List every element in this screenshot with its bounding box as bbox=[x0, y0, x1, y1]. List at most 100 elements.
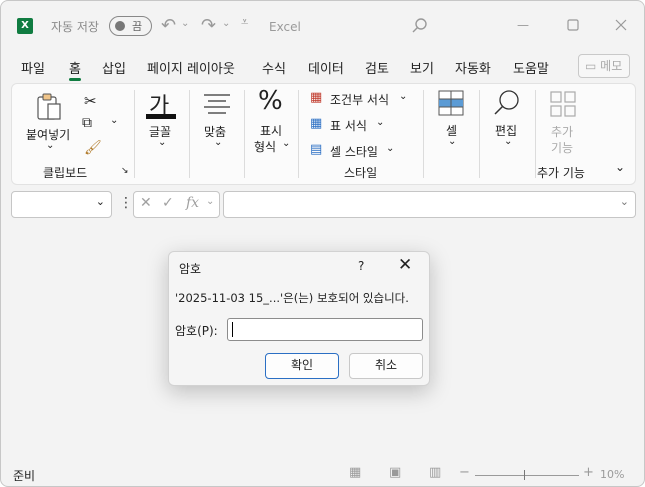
undo-dropdown-icon[interactable]: ⌄ bbox=[181, 18, 189, 29]
text-caret bbox=[232, 322, 233, 337]
tab-help[interactable]: 도움말 bbox=[513, 58, 549, 77]
close-icon[interactable] bbox=[609, 13, 633, 37]
excel-logo-icon: X bbox=[17, 18, 33, 34]
name-box[interactable]: ⌄ bbox=[11, 191, 112, 218]
format-as-table-dropdown-icon[interactable]: ⌄ bbox=[376, 117, 384, 128]
memo-button[interactable]: ▭ 메모 bbox=[578, 54, 630, 78]
cut-icon[interactable]: ✂ bbox=[84, 92, 97, 110]
zoom-slider[interactable] bbox=[475, 475, 579, 476]
cell-styles-dropdown-icon[interactable]: ⌄ bbox=[386, 143, 394, 154]
tab-insert[interactable]: 삽입 bbox=[102, 58, 126, 77]
zoom-in-icon[interactable]: + bbox=[583, 465, 594, 480]
search-icon[interactable] bbox=[411, 17, 429, 35]
password-label: 암호(P): bbox=[175, 324, 218, 338]
cell-styles-label[interactable]: 셀 스타일 bbox=[330, 143, 378, 160]
conditional-formatting-label[interactable]: 조건부 서식 bbox=[330, 91, 389, 108]
cells-icon[interactable] bbox=[438, 90, 464, 116]
tab-file[interactable]: 파일 bbox=[21, 58, 45, 77]
divider bbox=[479, 90, 480, 178]
zoom-level[interactable]: 10% bbox=[600, 468, 624, 481]
add-ins-label-1[interactable]: 추가 bbox=[551, 123, 573, 140]
maximize-icon[interactable] bbox=[561, 13, 585, 37]
format-as-table-label[interactable]: 표 서식 bbox=[330, 117, 367, 134]
divider bbox=[244, 90, 245, 178]
add-ins-group-label: 추가 기능 bbox=[537, 166, 585, 180]
ok-button[interactable]: 확인 bbox=[265, 353, 339, 379]
redo-icon[interactable]: ↷ bbox=[201, 15, 216, 36]
page-layout-view-icon[interactable]: ▣ bbox=[389, 465, 401, 480]
tab-review[interactable]: 검토 bbox=[365, 58, 389, 77]
tab-data[interactable]: 데이터 bbox=[308, 58, 344, 77]
font-color-bar bbox=[146, 114, 176, 119]
alignment-icon[interactable] bbox=[202, 92, 232, 114]
divider bbox=[134, 90, 135, 178]
minimize-icon[interactable]: — bbox=[511, 13, 535, 37]
alignment-dropdown-icon[interactable]: ⌄ bbox=[214, 137, 222, 148]
tab-formulas[interactable]: 수식 bbox=[262, 58, 286, 77]
enter-formula-icon[interactable]: ✓ bbox=[162, 195, 174, 211]
cancel-formula-icon[interactable]: ✕ bbox=[140, 195, 152, 211]
cancel-button[interactable]: 취소 bbox=[349, 353, 423, 379]
autosave-label: 자동 저장 bbox=[51, 20, 99, 34]
cell-styles-icon[interactable]: ▤ bbox=[310, 142, 322, 157]
page-break-view-icon[interactable]: ▥ bbox=[429, 465, 441, 480]
font-dropdown-icon[interactable]: ⌄ bbox=[158, 137, 166, 148]
autosave-state: 끔 bbox=[132, 20, 143, 33]
paste-icon[interactable] bbox=[36, 92, 64, 122]
add-ins-label-2[interactable]: 기능 bbox=[551, 139, 573, 156]
redo-dropdown-icon[interactable]: ⌄ bbox=[222, 18, 230, 29]
tab-home[interactable]: 홈 bbox=[69, 58, 81, 81]
customize-qat-icon[interactable]: ⩡ bbox=[241, 15, 248, 30]
editing-dropdown-icon[interactable]: ⌄ bbox=[504, 136, 512, 147]
tab-page-layout[interactable]: 페이지 레이아웃 bbox=[147, 58, 235, 77]
conditional-formatting-icon[interactable]: ▦ bbox=[310, 90, 322, 105]
copy-dropdown-icon[interactable]: ⌄ bbox=[110, 115, 118, 126]
editing-search-icon[interactable] bbox=[492, 88, 522, 118]
zoom-slider-thumb[interactable] bbox=[524, 470, 525, 480]
dialog-title: 암호 bbox=[179, 262, 202, 276]
function-dropdown-icon[interactable]: ⌄ bbox=[206, 196, 214, 207]
clipboard-launcher-icon[interactable]: ↘ bbox=[121, 166, 129, 176]
comment-icon: ▭ bbox=[585, 59, 597, 73]
password-input[interactable] bbox=[227, 318, 423, 341]
format-painter-icon[interactable]: 🖌 bbox=[84, 140, 102, 156]
cells-dropdown-icon[interactable]: ⌄ bbox=[448, 136, 456, 147]
number-label-1[interactable]: 표시 bbox=[260, 122, 282, 139]
undo-icon[interactable]: ↶ bbox=[161, 15, 176, 36]
copy-icon[interactable]: ⧉ bbox=[82, 115, 92, 131]
more-options-icon[interactable]: ⋮ bbox=[119, 195, 133, 211]
number-dropdown-icon[interactable]: ⌄ bbox=[282, 138, 290, 149]
ribbon-tabs: 파일 홈 삽입 페이지 레이아웃 수식 데이터 검토 보기 자동화 도움말 bbox=[1, 53, 644, 81]
collapse-ribbon-icon[interactable]: ⌄ bbox=[615, 160, 625, 174]
format-as-table-icon[interactable]: ▦ bbox=[310, 116, 322, 131]
formula-input[interactable]: ⌄ bbox=[223, 191, 636, 218]
expand-formula-icon[interactable]: ⌄ bbox=[620, 195, 629, 208]
dialog-close-icon[interactable]: ✕ bbox=[398, 255, 412, 275]
status-bar: 준비 ▦ ▣ ▥ − + 10% bbox=[1, 463, 644, 486]
insert-function-icon[interactable]: fx bbox=[186, 195, 199, 211]
tab-automate[interactable]: 자동화 bbox=[455, 58, 491, 77]
percent-icon[interactable]: % bbox=[258, 86, 283, 116]
status-text: 준비 bbox=[13, 469, 36, 483]
normal-view-icon[interactable]: ▦ bbox=[349, 465, 361, 480]
title-bar: X 자동 저장 끔 ↶ ⌄ ↷ ⌄ ⩡ Excel — bbox=[1, 1, 644, 49]
memo-label: 메모 bbox=[600, 59, 623, 73]
clipboard-group-label: 클립보드 bbox=[43, 166, 88, 180]
divider bbox=[535, 90, 536, 178]
ribbon: 붙여넣기 ⌄ ✂ ⧉ ⌄ 🖌 클립보드 ↘ 가 글꼴 ⌄ 맞춤 ⌄ % 표시 형… bbox=[11, 83, 636, 185]
help-button[interactable]: ? bbox=[358, 259, 364, 273]
tab-view[interactable]: 보기 bbox=[410, 58, 434, 77]
password-dialog: 암호 ? ✕ '2025-11-03 15_...'은(는) 보호되어 있습니다… bbox=[168, 251, 430, 386]
conditional-formatting-dropdown-icon[interactable]: ⌄ bbox=[399, 91, 407, 102]
add-ins-icon[interactable] bbox=[549, 90, 577, 118]
zoom-out-icon[interactable]: − bbox=[459, 465, 470, 480]
paste-dropdown-icon[interactable]: ⌄ bbox=[46, 140, 54, 151]
toggle-knob bbox=[115, 21, 125, 31]
name-box-dropdown-icon[interactable]: ⌄ bbox=[96, 195, 105, 208]
app-name: Excel bbox=[269, 20, 301, 34]
divider bbox=[423, 90, 424, 178]
number-label-2[interactable]: 형식 bbox=[254, 138, 276, 155]
dialog-message: '2025-11-03 15_...'은(는) 보호되어 있습니다. bbox=[175, 291, 409, 305]
divider bbox=[189, 90, 190, 178]
autosave-toggle[interactable]: 끔 bbox=[109, 16, 152, 36]
